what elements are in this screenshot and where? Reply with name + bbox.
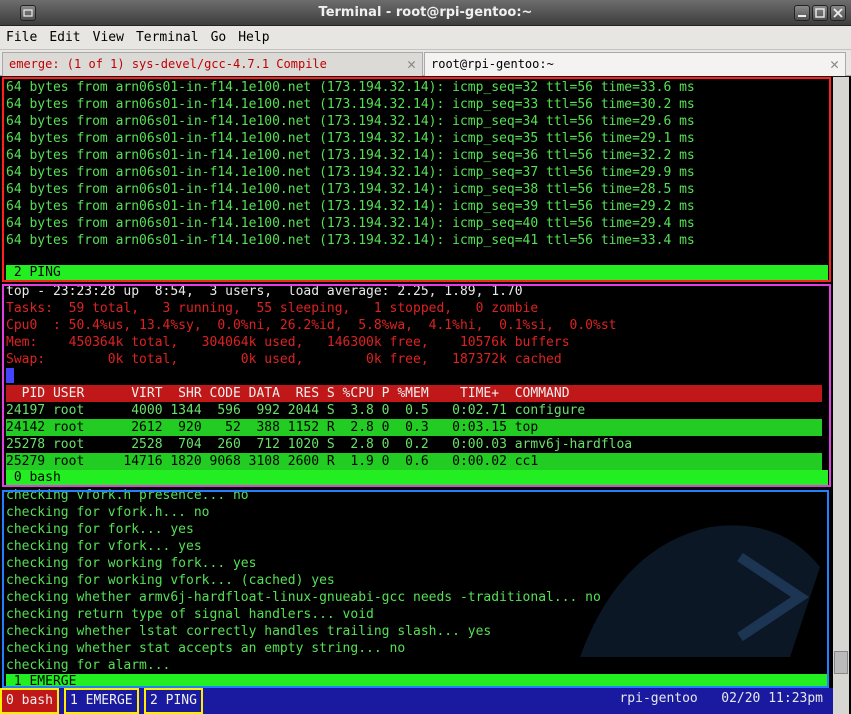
emerge-line: checking for vfork.h... no	[6, 505, 210, 520]
emerge-line: checking for working vfork... (cached) y…	[6, 573, 335, 588]
ping-line: 64 bytes from arn06s01-in-f14.1e100.net …	[6, 216, 695, 231]
menu-go[interactable]: Go	[205, 26, 233, 45]
ping-line: 64 bytes from arn06s01-in-f14.1e100.net …	[6, 97, 695, 112]
emerge-line: checking whether stat accepts an empty s…	[6, 641, 406, 656]
emerge-line: checking vfork.h presence... no	[6, 488, 249, 503]
top-cpu-line: Cpu0 : 50.4%us, 13.4%sy, 0.0%ni, 26.2%id…	[6, 318, 617, 333]
hostname: rpi-gentoo	[619, 691, 698, 706]
menu-help[interactable]: Help	[232, 26, 275, 45]
ping-line: 64 bytes from arn06s01-in-f14.1e100.net …	[6, 165, 695, 180]
cursor-block	[6, 368, 14, 383]
ping-line: 64 bytes from arn06s01-in-f14.1e100.net …	[6, 182, 695, 197]
window-tab-bash[interactable]: 0 bash	[0, 688, 59, 714]
background-logo-icon	[580, 525, 820, 657]
status-host-time: rpi-gentoo 02/20 11:23pm	[619, 688, 823, 710]
window-title: Terminal - root@rpi-gentoo:~	[318, 5, 533, 20]
screen-window-bar: 0 bash 1 EMERGE 2 PING rpi-gentoo 02/20 …	[0, 688, 833, 714]
ping-line: 64 bytes from arn06s01-in-f14.1e100.net …	[6, 80, 695, 95]
date-time: 02/20 11:23pm	[721, 691, 823, 706]
window-tab-emerge[interactable]: 1 EMERGE	[64, 688, 139, 714]
tab-root-label: root@rpi-gentoo:~	[431, 57, 554, 71]
close-icon[interactable]	[830, 5, 846, 21]
emerge-line: checking return type of signal handlers.…	[6, 607, 374, 622]
top-table-header: PID USER VIRT SHR CODE DATA RES S %CPU P…	[6, 385, 822, 402]
menu-edit[interactable]: Edit	[43, 26, 86, 45]
emerge-line: checking for vfork... yes	[6, 539, 202, 554]
menu-view[interactable]: View	[87, 26, 130, 45]
emerge-line: checking for fork... yes	[6, 522, 194, 537]
top-swap-line: Swap: 0k total, 0k used, 0k free, 187372…	[6, 352, 562, 367]
top-process-row[interactable]: 25279 root 14716 1820 9068 3108 2600 R 1…	[6, 453, 822, 470]
top-mem-line: Mem: 450364k total, 304064k used, 146300…	[6, 335, 570, 350]
emerge-line: checking whether armv6j-hardfloat-linux-…	[6, 590, 601, 605]
menu-terminal[interactable]: Terminal	[130, 26, 205, 45]
window-menu-icon[interactable]	[20, 5, 36, 21]
tab-emerge-label: emerge: (1 of 1) sys-devel/gcc-4.7.1 Com…	[9, 57, 327, 71]
menu-bar: File Edit View Terminal Go Help	[0, 26, 851, 50]
close-tab-icon[interactable]: ✕	[407, 53, 416, 75]
tab-root[interactable]: root@rpi-gentoo:~ ✕	[424, 52, 846, 76]
ping-line: 64 bytes from arn06s01-in-f14.1e100.net …	[6, 233, 695, 248]
top-status-bar: 0 bash	[6, 470, 828, 485]
top-tasks-line: Tasks: 59 total, 3 running, 55 sleeping,…	[6, 301, 539, 316]
emerge-line: checking whether lstat correctly handles…	[6, 624, 492, 639]
close-tab-icon[interactable]: ✕	[830, 53, 839, 75]
emerge-line: checking for working fork... yes	[6, 556, 257, 571]
ping-line: 64 bytes from arn06s01-in-f14.1e100.net …	[6, 148, 695, 163]
tab-emerge[interactable]: emerge: (1 of 1) sys-devel/gcc-4.7.1 Com…	[2, 52, 423, 76]
window-titlebar: Terminal - root@rpi-gentoo:~	[0, 0, 851, 26]
emerge-line: checking for alarm...	[6, 658, 171, 673]
top-process-row[interactable]: 24142 root 2612 920 52 388 1152 R 2.8 0 …	[6, 419, 822, 436]
window-tab-ping[interactable]: 2 PING	[144, 688, 203, 714]
ping-line: 64 bytes from arn06s01-in-f14.1e100.net …	[6, 199, 695, 214]
top-process-row[interactable]: 25278 root 2528 704 260 712 1020 S 2.8 0…	[6, 436, 822, 453]
scrollbar-thumb[interactable]	[834, 651, 848, 674]
emerge-status-bar: 1 EMERGE	[6, 674, 828, 689]
terminal-area[interactable]: 64 bytes from arn06s01-in-f14.1e100.net …	[0, 77, 851, 714]
maximize-icon[interactable]	[812, 5, 828, 21]
menu-file[interactable]: File	[0, 26, 43, 45]
minimize-icon[interactable]	[794, 5, 810, 21]
ping-line: 64 bytes from arn06s01-in-f14.1e100.net …	[6, 114, 695, 129]
tab-bar: emerge: (1 of 1) sys-devel/gcc-4.7.1 Com…	[0, 50, 851, 76]
top-process-row[interactable]: 24197 root 4000 1344 596 992 2044 S 3.8 …	[6, 402, 822, 419]
ping-line: 64 bytes from arn06s01-in-f14.1e100.net …	[6, 131, 695, 146]
ping-status-bar: 2 PING	[6, 265, 828, 280]
scrollbar[interactable]	[833, 77, 849, 714]
top-header-line: top - 23:23:28 up 8:54, 3 users, load av…	[6, 284, 523, 299]
